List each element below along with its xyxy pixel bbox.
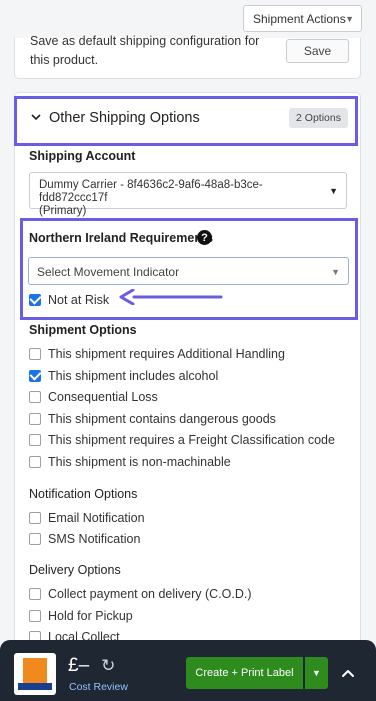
shipment-options-label: Shipment Options [29, 323, 137, 337]
movement-indicator-placeholder: Select Movement Indicator [37, 265, 180, 279]
option-additional-handling[interactable]: This shipment requires Additional Handli… [29, 347, 285, 361]
option-consequential-loss[interactable]: Consequential Loss [29, 390, 158, 404]
option-label: SMS Notification [48, 532, 141, 546]
option-dangerous-goods[interactable]: This shipment contains dangerous goods [29, 412, 276, 426]
option-freight-classification[interactable]: This shipment requires a Freight Classif… [29, 433, 335, 447]
save-default-card: Save as default shipping configuration f… [14, 34, 361, 79]
movement-indicator-select[interactable]: Select Movement Indicator ▼ [28, 257, 349, 285]
option-hold-for-pickup[interactable]: Hold for Pickup [29, 609, 133, 623]
options-count-badge: 2 Options [289, 108, 348, 128]
footer-bar: £– ↻ Cost Review Create + Print Label ▼ [0, 640, 376, 701]
refresh-icon[interactable]: ↻ [101, 656, 115, 676]
option-non-machinable[interactable]: This shipment is non-machinable [29, 455, 231, 469]
other-shipping-options-header[interactable]: Other Shipping Options 2 Options [15, 93, 360, 147]
chevron-down-icon [31, 114, 41, 121]
not-at-risk-label: Not at Risk [48, 293, 110, 307]
checkbox-icon [29, 413, 41, 425]
option-label: This shipment requires a Freight Classif… [48, 433, 335, 447]
checkbox-icon [29, 434, 41, 446]
option-label: This shipment includes alcohol [48, 369, 219, 383]
shipping-account-primary: (Primary) [39, 205, 87, 217]
shipment-actions-label: Shipment Actions [253, 11, 346, 26]
option-includes-alcohol[interactable]: This shipment includes alcohol [29, 369, 218, 383]
checkbox-icon [29, 348, 41, 360]
chevron-down-icon: ▼ [329, 186, 338, 196]
shipping-account-select[interactable]: Dummy Carrier - 8f4636c2-9af6-48a8-b3ce-… [29, 172, 347, 217]
price-value: £– [68, 655, 90, 676]
ni-requirements-label: Northern Ireland Requirements [29, 231, 214, 245]
notification-options-label: Notification Options [29, 487, 138, 501]
option-label: This shipment contains dangerous goods [48, 412, 276, 426]
not-at-risk-checkbox[interactable]: Not at Risk [29, 293, 109, 307]
chevron-down-icon: ▼ [312, 668, 321, 678]
delivery-options-label: Delivery Options [29, 563, 121, 577]
option-label: Email Notification [48, 511, 145, 525]
price-display: £– ↻ [68, 655, 115, 677]
cost-review-link[interactable]: Cost Review [69, 681, 128, 693]
save-default-description: Save as default shipping configuration f… [30, 34, 260, 67]
checkbox-icon [29, 588, 41, 600]
option-cod[interactable]: Collect payment on delivery (C.O.D.) [29, 587, 252, 601]
chevron-up-icon[interactable] [340, 665, 356, 681]
chevron-down-icon: ▼ [345, 14, 354, 24]
checkbox-checked-icon [29, 294, 41, 306]
checkbox-icon [29, 610, 41, 622]
checkbox-icon [29, 533, 41, 545]
create-print-label-button[interactable]: Create + Print Label [186, 657, 303, 689]
shipment-actions-button[interactable]: Shipment Actions ▼ [243, 5, 362, 32]
option-sms-notification[interactable]: SMS Notification [29, 532, 140, 546]
chevron-down-icon: ▼ [331, 267, 340, 277]
option-label: Consequential Loss [48, 390, 158, 404]
arrow-left-icon [119, 289, 223, 305]
checkbox-checked-icon [29, 370, 41, 382]
help-icon[interactable]: ? [197, 230, 212, 245]
save-button[interactable]: Save [286, 39, 349, 63]
option-label: Collect payment on delivery (C.O.D.) [48, 587, 252, 601]
option-label: This shipment requires Additional Handli… [48, 347, 285, 361]
help-glyph: ? [201, 231, 208, 244]
section-title: Other Shipping Options [49, 110, 200, 126]
checkbox-icon [29, 391, 41, 403]
option-label: This shipment is non-machinable [48, 455, 231, 469]
checkbox-icon [29, 456, 41, 468]
checkbox-icon [29, 512, 41, 524]
shipping-account-label: Shipping Account [29, 149, 136, 163]
option-email-notification[interactable]: Email Notification [29, 511, 145, 525]
product-thumbnail [14, 653, 56, 695]
shipping-account-value: Dummy Carrier - 8f4636c2-9af6-48a8-b3ce-… [39, 179, 263, 204]
option-label: Hold for Pickup [48, 609, 133, 623]
other-shipping-options-card: Other Shipping Options 2 Options Shippin… [14, 92, 361, 652]
print-options-dropdown[interactable]: ▼ [305, 657, 328, 689]
